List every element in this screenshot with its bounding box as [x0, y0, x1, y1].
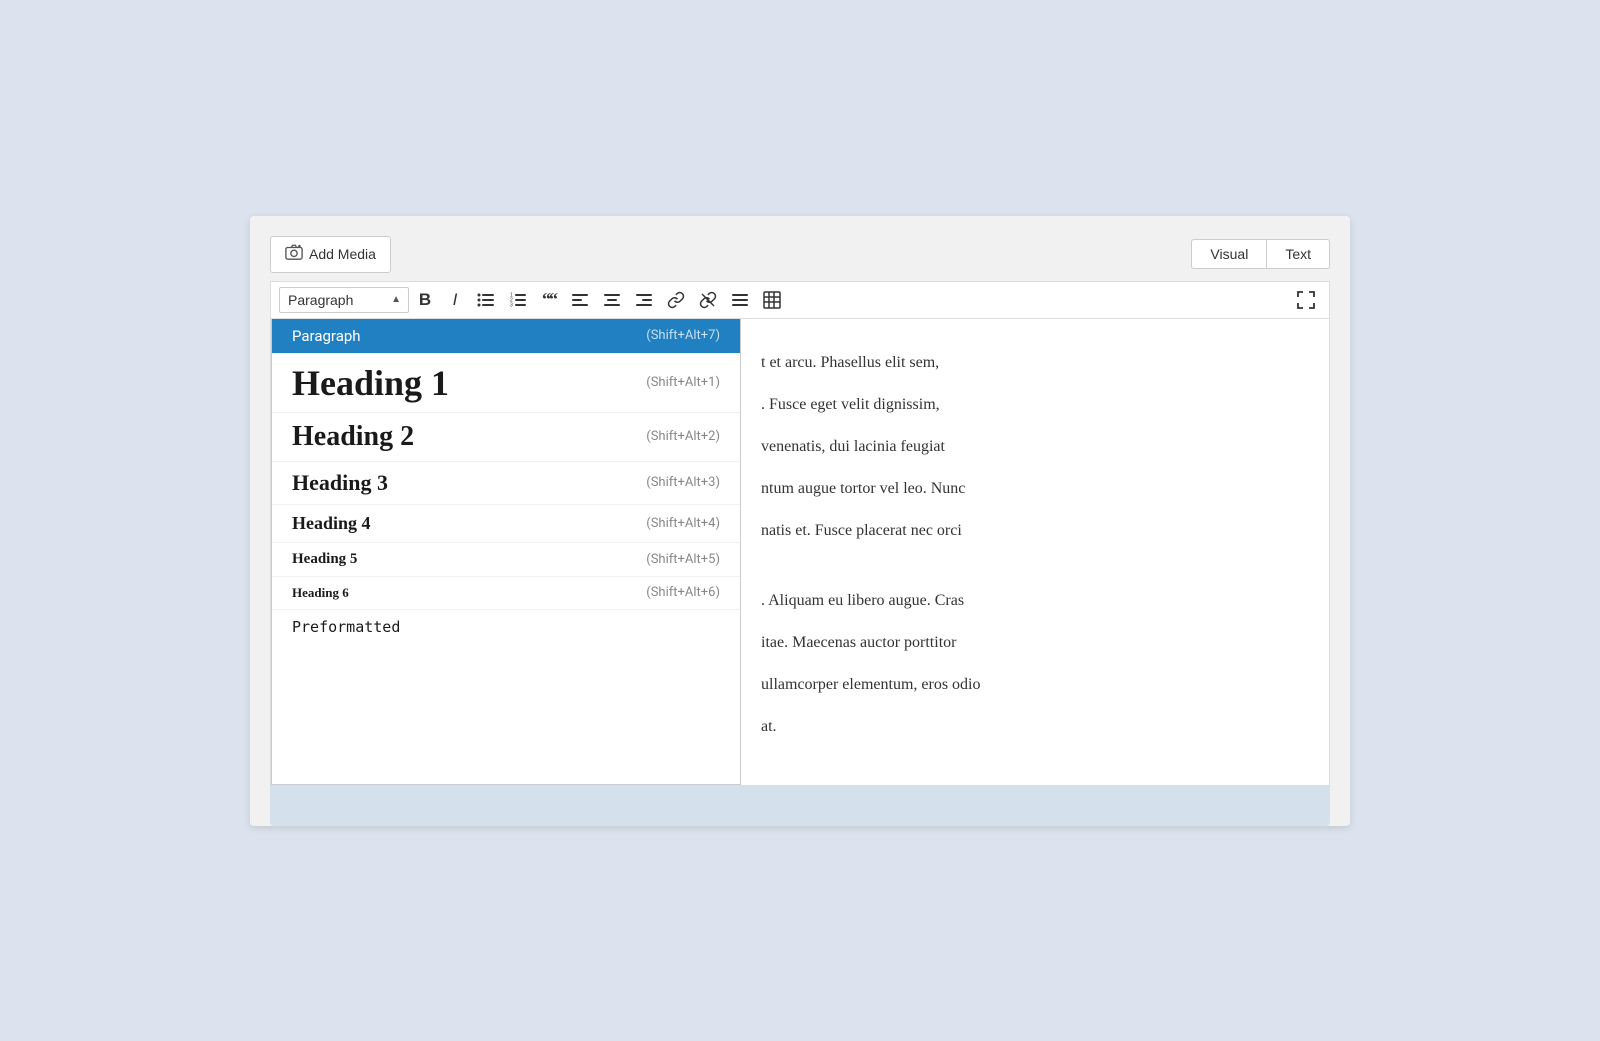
content-paragraph-8: ullamcorper elementum, eros odio: [761, 671, 1299, 699]
dropdown-item-heading3[interactable]: Heading 3 (Shift+Alt+3): [272, 462, 740, 505]
table-button[interactable]: [757, 286, 787, 314]
content-paragraph-5: natis et. Fusce placerat nec orci: [761, 517, 1299, 545]
dropdown-item-heading1[interactable]: Heading 1 (Shift+Alt+1): [272, 354, 740, 413]
bold-button[interactable]: B: [411, 286, 439, 314]
paragraph-shortcut: (Shift+Alt+7): [646, 328, 720, 343]
format-select-wrapper: Paragraph Heading 1 Heading 2 Heading 3 …: [279, 287, 409, 313]
italic-button[interactable]: I: [441, 286, 469, 314]
format-dropdown: Paragraph (Shift+Alt+7) Heading 1 (Shift…: [271, 319, 741, 785]
heading6-shortcut: (Shift+Alt+6): [646, 585, 720, 600]
content-paragraph-2: . Fusce eget velit dignissim,: [761, 391, 1299, 419]
editor-wrapper: Paragraph Heading 1 Heading 2 Heading 3 …: [270, 281, 1330, 786]
dropdown-item-heading5[interactable]: Heading 5 (Shift+Alt+5): [272, 543, 740, 577]
unlink-button[interactable]: [693, 286, 723, 314]
add-media-icon: [285, 243, 303, 266]
heading2-shortcut: (Shift+Alt+2): [646, 429, 720, 444]
svg-text:3: 3: [510, 302, 513, 308]
text-tab[interactable]: Text: [1266, 239, 1330, 269]
unordered-list-button[interactable]: [471, 286, 501, 314]
toolbar: Paragraph Heading 1 Heading 2 Heading 3 …: [271, 282, 1329, 319]
dropdown-item-paragraph[interactable]: Paragraph (Shift+Alt+7): [272, 319, 740, 354]
editor-body: Paragraph (Shift+Alt+7) Heading 1 (Shift…: [271, 319, 1329, 785]
heading3-label: Heading 3: [292, 470, 388, 496]
align-right-button[interactable]: [629, 286, 659, 314]
heading6-label: Heading 6: [292, 585, 349, 601]
content-paragraph-9: at.: [761, 713, 1299, 741]
paragraph-label: Paragraph: [292, 327, 361, 345]
heading2-label: Heading 2: [292, 421, 414, 453]
align-left-button[interactable]: [565, 286, 595, 314]
dropdown-item-preformatted[interactable]: Preformatted: [272, 610, 740, 644]
heading5-label: Heading 5: [292, 551, 357, 568]
format-select[interactable]: Paragraph Heading 1 Heading 2 Heading 3 …: [279, 287, 409, 313]
editor-container: Add Media Visual Text Paragraph Heading …: [250, 216, 1350, 826]
blockquote-button[interactable]: ““: [535, 286, 563, 314]
content-paragraph-3: venenatis, dui lacinia feugiat: [761, 433, 1299, 461]
add-media-button[interactable]: Add Media: [270, 236, 391, 273]
bottom-accent: [270, 786, 1330, 826]
heading1-shortcut: (Shift+Alt+1): [646, 375, 720, 390]
top-bar: Add Media Visual Text: [270, 236, 1330, 273]
content-paragraph-6: . Aliquam eu libero augue. Cras: [761, 587, 1299, 615]
preformatted-label: Preformatted: [292, 618, 400, 636]
heading3-shortcut: (Shift+Alt+3): [646, 475, 720, 490]
content-paragraph-7: itae. Maecenas auctor porttitor: [761, 629, 1299, 657]
content-paragraph-1: t et arcu. Phasellus elit sem,: [761, 349, 1299, 377]
dropdown-item-heading2[interactable]: Heading 2 (Shift+Alt+2): [272, 413, 740, 462]
fullscreen-button[interactable]: [1291, 286, 1321, 314]
view-tabs: Visual Text: [1191, 239, 1330, 269]
dropdown-item-heading6[interactable]: Heading 6 (Shift+Alt+6): [272, 577, 740, 610]
heading5-shortcut: (Shift+Alt+5): [646, 552, 720, 567]
align-center-button[interactable]: [597, 286, 627, 314]
dropdown-item-heading4[interactable]: Heading 4 (Shift+Alt+4): [272, 505, 740, 543]
heading1-label: Heading 1: [292, 362, 449, 404]
link-button[interactable]: [661, 286, 691, 314]
add-media-label: Add Media: [309, 246, 376, 262]
ordered-list-button[interactable]: 123: [503, 286, 533, 314]
horizontal-rule-button[interactable]: [725, 286, 755, 314]
heading4-shortcut: (Shift+Alt+4): [646, 516, 720, 531]
content-paragraph-4: ntum augue tortor vel leo. Nunc: [761, 475, 1299, 503]
visual-tab[interactable]: Visual: [1191, 239, 1266, 269]
editor-content-area[interactable]: t et arcu. Phasellus elit sem, . Fusce e…: [741, 319, 1329, 785]
heading4-label: Heading 4: [292, 513, 371, 534]
